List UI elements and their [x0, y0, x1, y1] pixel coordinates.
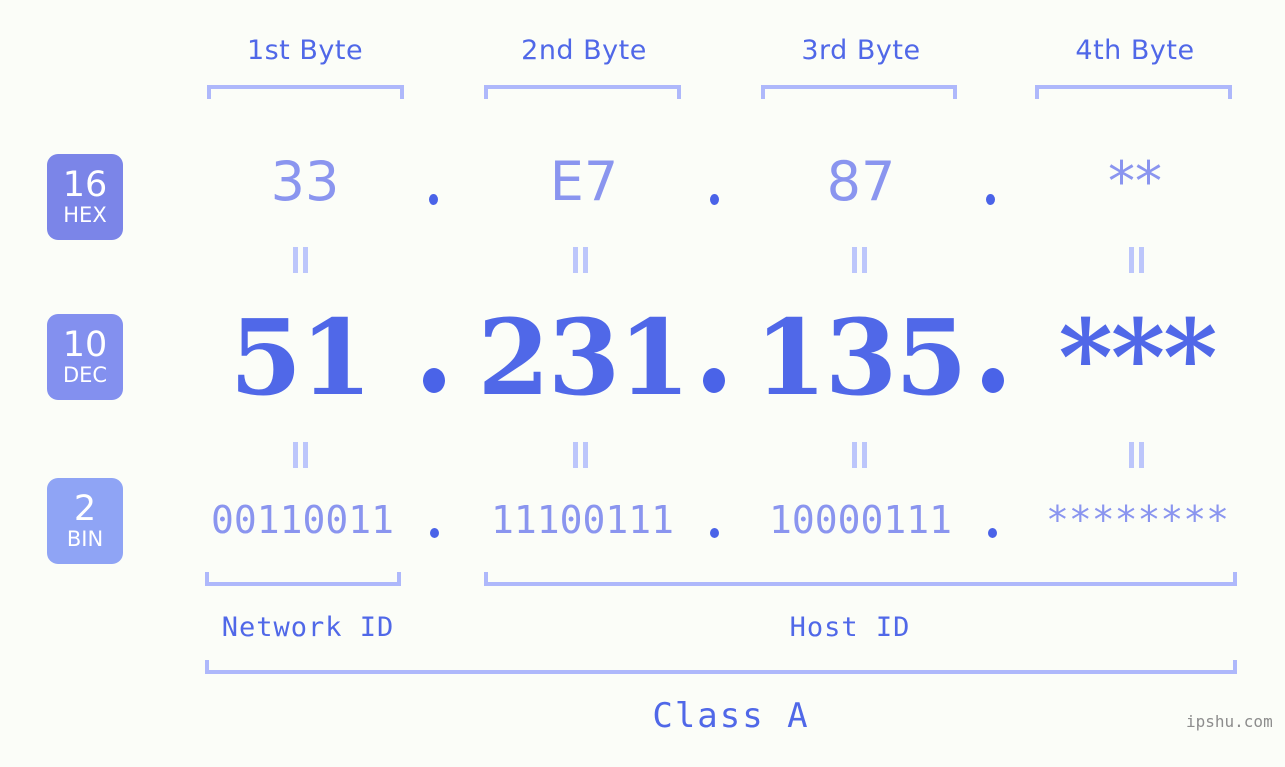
bin-byte-3: 10000111	[768, 498, 953, 542]
radix-badge-bin-number: 2	[73, 489, 97, 529]
class-bracket	[205, 660, 1237, 674]
radix-badge-dec: 10 DEC	[47, 314, 123, 400]
hex-separator-dot-1	[429, 194, 438, 205]
dec-separator-dot-1	[423, 368, 445, 393]
hex-byte-2: E7	[549, 150, 619, 213]
byte-bracket-4	[1035, 85, 1232, 99]
equals-mark-dec-bin-4	[1128, 442, 1145, 468]
hex-separator-dot-3	[986, 194, 995, 205]
byte-header-4: 4th Byte	[1075, 35, 1195, 66]
dec-byte-1: 51	[229, 296, 373, 419]
radix-badge-bin: 2 BIN	[47, 478, 123, 564]
hex-separator-dot-2	[710, 194, 719, 205]
radix-badge-bin-label: BIN	[66, 527, 104, 551]
class-label: Class A	[652, 696, 810, 736]
equals-mark-hex-dec-1	[292, 247, 309, 273]
network-id-bracket	[205, 572, 401, 586]
dec-separator-dot-2	[703, 368, 725, 393]
byte-bracket-1	[207, 85, 404, 99]
dec-byte-4: ***	[1058, 296, 1217, 419]
bin-separator-dot-1	[430, 528, 439, 538]
radix-badge-hex: 16 HEX	[47, 154, 123, 240]
equals-mark-dec-bin-2	[572, 442, 589, 468]
bin-byte-1: 00110011	[210, 498, 395, 542]
dec-byte-2: 231	[477, 296, 690, 419]
ip-address-breakdown-diagram: 1st Byte 2nd Byte 3rd Byte 4th Byte 16 H…	[0, 0, 1285, 767]
byte-header-3: 3rd Byte	[801, 35, 921, 66]
radix-badge-dec-number: 10	[62, 325, 108, 365]
byte-header-1: 1st Byte	[246, 35, 364, 66]
bin-byte-2: 11100111	[490, 498, 675, 542]
network-id-label: Network ID	[221, 612, 395, 643]
byte-bracket-3	[761, 85, 957, 99]
radix-badge-dec-label: DEC	[62, 363, 108, 387]
host-id-bracket	[484, 572, 1237, 586]
bin-separator-dot-3	[988, 528, 997, 538]
site-watermark: ipshu.com	[1186, 712, 1273, 731]
equals-mark-hex-dec-2	[572, 247, 589, 273]
equals-mark-hex-dec-3	[851, 247, 868, 273]
equals-mark-dec-bin-1	[292, 442, 309, 468]
bin-byte-4: ********	[1045, 498, 1230, 542]
dec-separator-dot-3	[982, 368, 1004, 393]
radix-badge-hex-number: 16	[62, 165, 108, 205]
equals-mark-dec-bin-3	[851, 442, 868, 468]
dec-byte-3: 135	[754, 296, 967, 419]
host-id-label: Host ID	[789, 612, 911, 643]
byte-bracket-2	[484, 85, 681, 99]
hex-byte-4: **	[1108, 150, 1162, 213]
hex-byte-3: 87	[826, 150, 896, 213]
hex-byte-1: 33	[270, 150, 340, 213]
bin-separator-dot-2	[710, 528, 719, 538]
byte-header-2: 2nd Byte	[521, 35, 647, 66]
radix-badge-hex-label: HEX	[63, 203, 107, 227]
equals-mark-hex-dec-4	[1128, 247, 1145, 273]
